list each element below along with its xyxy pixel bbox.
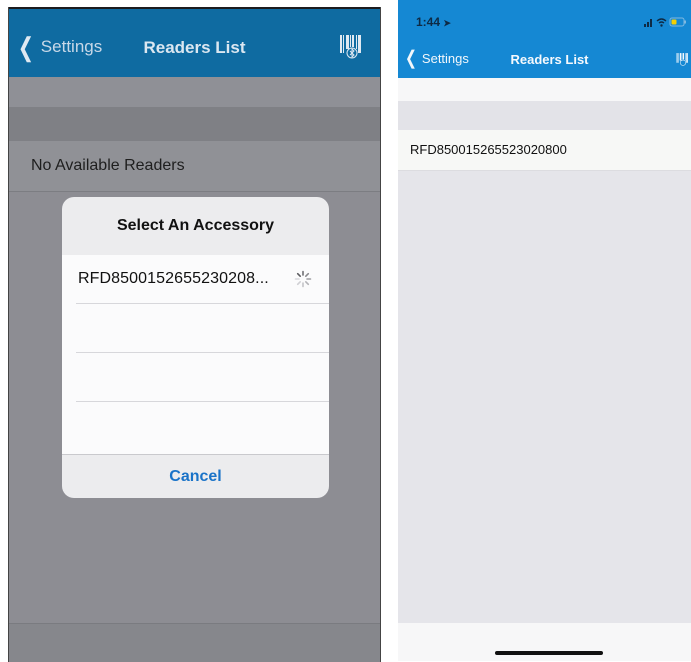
page-title: Readers List xyxy=(510,52,589,67)
right-phone-screen: 1:44 ➤ ❮ Settings Readers List RFD850015… xyxy=(398,0,691,661)
bottom-bar xyxy=(9,623,380,662)
barcode-bluetooth-icon[interactable] xyxy=(339,33,365,64)
header-band xyxy=(9,77,380,107)
accessory-list: RFD8500152655230208... xyxy=(62,255,329,454)
accessory-item-label: RFD8500152655230208... xyxy=(78,270,269,287)
reader-list-item[interactable]: RFD850015265523020800 xyxy=(398,130,691,171)
location-arrow-icon: ➤ xyxy=(443,18,451,28)
status-icons xyxy=(644,15,688,33)
dialog-title: Select An Accessory xyxy=(116,217,275,234)
header-band xyxy=(398,78,691,101)
status-time: 1:44 ➤ xyxy=(416,15,451,29)
reader-label: RFD850015265523020800 xyxy=(410,142,567,157)
accessory-item[interactable] xyxy=(76,353,329,402)
signal-icon xyxy=(644,19,652,27)
no-readers-label: No Available Readers xyxy=(31,157,185,174)
accessory-picker-dialog: Select An Accessory RFD8500152655230208.… xyxy=(62,197,329,498)
status-time-text: 1:44 xyxy=(416,15,441,29)
accessory-item[interactable]: RFD8500152655230208... xyxy=(76,255,329,304)
loading-spinner-icon xyxy=(294,270,312,293)
bottom-bar xyxy=(398,623,691,661)
accessory-item[interactable] xyxy=(76,402,329,450)
barcode-bluetooth-icon[interactable] xyxy=(676,52,690,71)
empty-state-row: No Available Readers xyxy=(9,141,380,192)
section-band xyxy=(398,101,691,130)
home-indicator[interactable] xyxy=(495,651,603,655)
accessory-item[interactable] xyxy=(76,304,329,353)
page-title: Readers List xyxy=(143,38,246,57)
section-band xyxy=(9,107,380,141)
left-phone-screen: ❮ Settings Readers List No Available Rea… xyxy=(8,7,381,662)
cancel-button[interactable]: Cancel xyxy=(62,455,329,498)
